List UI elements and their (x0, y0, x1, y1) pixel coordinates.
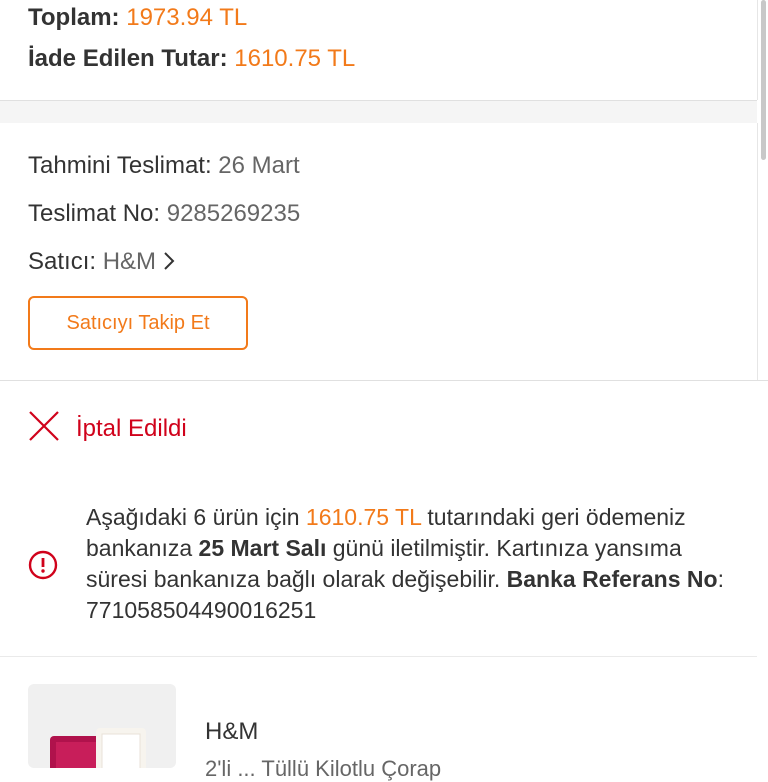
delivery-number-label: Teslimat No: (28, 200, 161, 227)
product-image[interactable] (28, 684, 176, 768)
divider (0, 380, 768, 381)
refund-row: İade Edilen Tutar: 1610.75 TL (28, 45, 355, 73)
refund-info-amount: 1610.75 TL (305, 504, 422, 530)
refund-info-part1: Aşağıdaki 6 ürün için (86, 504, 306, 530)
estimated-delivery-row: Tahmini Teslimat: 26 Mart (28, 152, 300, 180)
section-divider (0, 100, 757, 124)
info-icon (28, 550, 58, 580)
cancel-status-text: İptal Edildi (76, 414, 187, 442)
refund-info-date: 25 Mart Salı (198, 535, 327, 561)
follow-seller-button[interactable]: Satıcıyı Takip Et (28, 296, 248, 350)
chevron-right-icon[interactable] (163, 248, 175, 275)
seller-label: Satıcı: (28, 248, 97, 275)
delivery-number-row: Teslimat No: 9285269235 (28, 200, 300, 228)
delivery-number-value: 9285269235 (166, 200, 301, 227)
seller-link[interactable]: H&M (103, 248, 156, 275)
order-summary-card: Toplam: 1973.94 TL İade Edilen Tutar: 16… (0, 0, 758, 100)
estimated-delivery-label: Tahmini Teslimat: (28, 152, 212, 179)
total-row: Toplam: 1973.94 TL (28, 4, 247, 32)
estimated-delivery-value: 26 Mart (218, 152, 300, 179)
refund-label: İade Edilen Tutar: (28, 45, 228, 72)
refund-value: 1610.75 TL (234, 45, 356, 72)
product-name: 2'li ... Tüllü Kilotlu Çorap (205, 756, 442, 781)
seller-row[interactable]: Satıcı: H&M (28, 248, 175, 276)
close-icon (28, 410, 60, 447)
bank-reference-label: Banka Referans No (506, 566, 718, 592)
scrollbar-thumb[interactable] (761, 0, 766, 160)
scrollbar[interactable] (758, 0, 768, 768)
total-value: 1973.94 TL (126, 4, 248, 31)
refund-info-message: Aşağıdaki 6 ürün için 1610.75 TL tutarın… (86, 502, 746, 626)
cancel-status: İptal Edildi (28, 410, 187, 447)
product-brand: H&M (205, 718, 259, 745)
total-label: Toplam: (28, 4, 120, 31)
